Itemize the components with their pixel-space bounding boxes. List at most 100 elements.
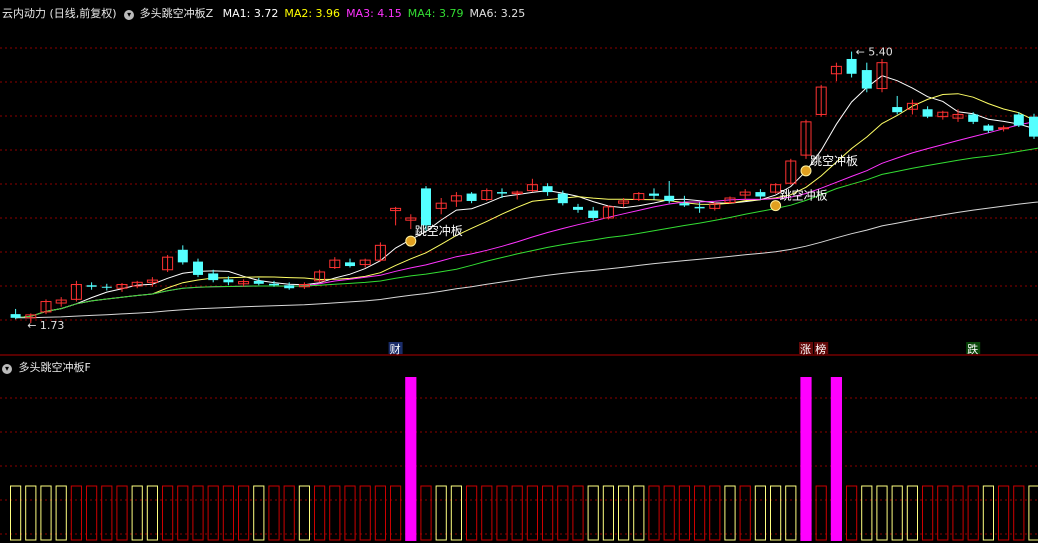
signal-bar bbox=[253, 485, 265, 541]
signal-bar bbox=[633, 485, 645, 541]
signal-bar bbox=[572, 485, 584, 541]
candle-body bbox=[177, 249, 188, 263]
event-marker: 跌 bbox=[967, 342, 978, 356]
signal-label: 跳空冲板 bbox=[780, 188, 828, 203]
candle-body bbox=[983, 125, 994, 131]
signal-bar bbox=[967, 485, 979, 541]
signal-bar bbox=[162, 485, 174, 541]
chevron-down-icon[interactable]: ▾ bbox=[124, 10, 135, 20]
ma-legend-item: MA2: 3.96 bbox=[284, 7, 341, 20]
signal-label: 跳空冲板 bbox=[810, 153, 858, 168]
candle-body bbox=[755, 192, 766, 197]
signal-bar bbox=[177, 485, 189, 541]
signal-bar bbox=[724, 485, 736, 541]
signal-bar bbox=[359, 485, 371, 541]
candle-body bbox=[193, 261, 203, 275]
signal-bar bbox=[131, 485, 143, 541]
signal-bar bbox=[678, 485, 690, 541]
signal-bar bbox=[1013, 485, 1025, 541]
signal-bar bbox=[511, 485, 523, 541]
ma2-line bbox=[15, 93, 1038, 319]
candle-body bbox=[101, 286, 112, 288]
candle-body bbox=[345, 262, 355, 267]
candle-body bbox=[557, 193, 568, 204]
signal-bar bbox=[238, 485, 250, 541]
candle-body bbox=[998, 127, 1010, 130]
event-marker: 涨 bbox=[800, 343, 811, 356]
signal-bar bbox=[192, 485, 204, 541]
ma1-line bbox=[15, 75, 1038, 319]
chart-canvas[interactable]: ← 5.40← 1.73跳空冲板跳空冲板跳空冲板财涨榜跌 bbox=[0, 0, 1038, 543]
candle-body bbox=[497, 192, 507, 194]
signal-bar bbox=[314, 485, 326, 541]
signal-bar bbox=[648, 485, 660, 541]
sub-indicator-name[interactable]: 多头跳空冲板F bbox=[19, 361, 91, 374]
signal-bar bbox=[101, 485, 113, 541]
signal-bar bbox=[694, 485, 706, 541]
candle-body bbox=[573, 206, 583, 210]
signal-bar bbox=[785, 485, 797, 541]
signal-bar bbox=[86, 485, 98, 541]
signal-bar bbox=[420, 485, 432, 541]
chart-window: ← 5.40 ← 1.73 跳空冲板 跳空冲板 跳空冲板财涨榜跌 云内动力 (日线,前复… bbox=[0, 0, 1038, 543]
signal-bar bbox=[70, 485, 83, 541]
main-header: 云内动力 (日线,前复权) ▾ 多头跳空冲板Z MA1: 3.72 MA2: 3.… bbox=[2, 5, 525, 21]
signal-bar bbox=[268, 485, 280, 541]
high-price-label: ← 5.40 bbox=[856, 46, 893, 59]
candle-body bbox=[892, 107, 903, 113]
candle-body bbox=[861, 70, 872, 89]
event-marker: 财 bbox=[390, 342, 401, 356]
chevron-down-icon[interactable]: ▾ bbox=[2, 364, 12, 374]
signal-bar bbox=[344, 485, 356, 541]
candle-body bbox=[1013, 114, 1024, 126]
signal-bar bbox=[222, 485, 235, 541]
signal-bar bbox=[390, 485, 402, 541]
event-marker: 榜 bbox=[815, 342, 826, 356]
candle-body bbox=[922, 109, 933, 117]
candle-body bbox=[466, 193, 477, 201]
low-price-label: ← 1.73 bbox=[27, 319, 64, 332]
signal-bar bbox=[55, 485, 67, 541]
candle-body bbox=[1029, 116, 1038, 137]
candle-body bbox=[269, 283, 279, 286]
signal-bar bbox=[663, 485, 675, 541]
signal-bar bbox=[800, 377, 812, 541]
candle-body bbox=[694, 206, 705, 209]
signal-bar bbox=[876, 485, 888, 541]
signal-bar bbox=[329, 485, 341, 541]
signal-bar bbox=[435, 485, 447, 541]
signal-bar bbox=[496, 485, 508, 541]
signal-bar bbox=[298, 485, 310, 541]
signal-bar bbox=[861, 485, 873, 541]
signal-bar bbox=[116, 485, 128, 541]
ma-legend-item: MA6: 3.25 bbox=[469, 7, 526, 20]
candle-body bbox=[679, 203, 690, 206]
signal-bar bbox=[587, 485, 599, 541]
ma-legend-item: MA3: 4.15 bbox=[346, 7, 402, 20]
signal-bar bbox=[542, 485, 554, 541]
signal-bar bbox=[207, 485, 219, 541]
candle-body bbox=[86, 285, 97, 287]
signal-bar bbox=[526, 485, 538, 541]
signal-bar bbox=[815, 485, 827, 541]
stock-title[interactable]: 云内动力 (日线,前复权) bbox=[2, 7, 117, 20]
candle-body bbox=[253, 280, 264, 284]
signal-bar bbox=[557, 485, 569, 541]
signal-bar bbox=[618, 485, 630, 541]
signal-bar bbox=[283, 485, 295, 541]
signal-bar bbox=[754, 485, 766, 541]
signal-bar bbox=[891, 485, 903, 541]
signal-bar bbox=[25, 485, 37, 541]
indicator-name[interactable]: 多头跳空冲板Z bbox=[140, 7, 214, 20]
signal-bar bbox=[374, 485, 386, 541]
signal-bar bbox=[937, 485, 949, 541]
candle-body bbox=[649, 193, 659, 196]
candle-body bbox=[588, 210, 599, 218]
signal-bar bbox=[10, 485, 22, 541]
ma-legend-item: MA1: 3.72 bbox=[222, 7, 279, 20]
signal-bar bbox=[602, 485, 614, 541]
signal-bar bbox=[450, 485, 462, 541]
signal-bar bbox=[405, 377, 417, 541]
signal-bar bbox=[906, 485, 918, 541]
signal-bar bbox=[846, 485, 858, 541]
